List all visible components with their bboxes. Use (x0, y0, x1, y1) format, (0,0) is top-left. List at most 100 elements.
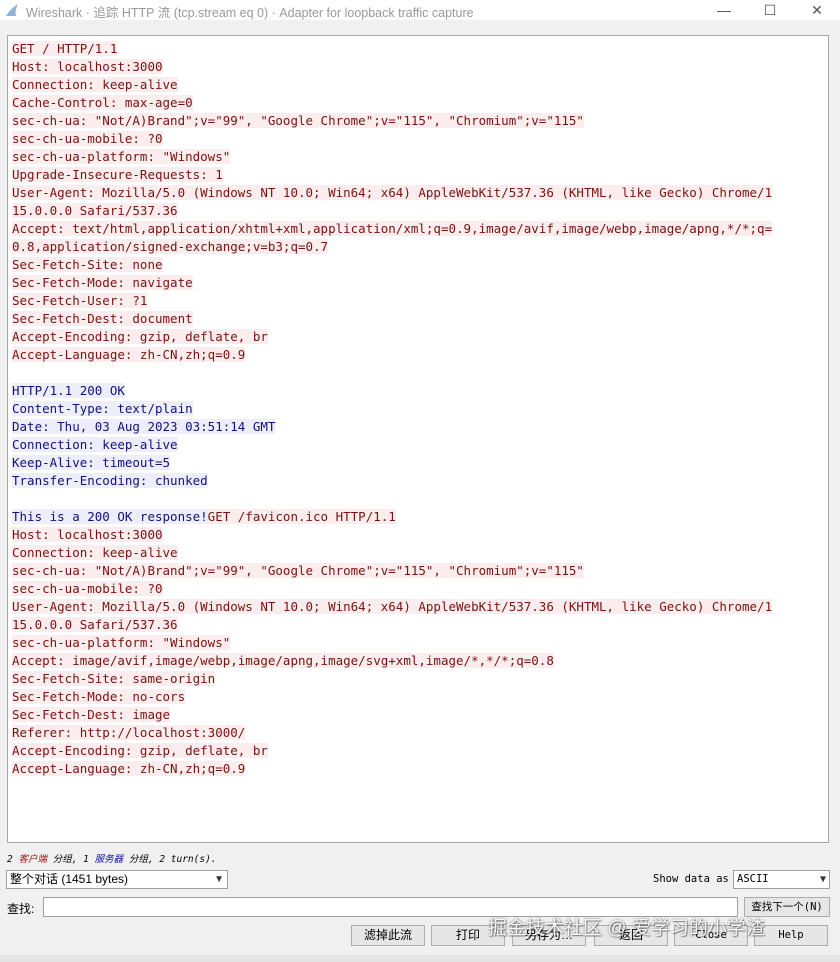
client-text: Sec-Fetch-Site: same-origin (12, 671, 216, 686)
client-text: 0.8,application/signed-exchange;v=b3;q=0… (12, 239, 329, 254)
stream-line: Sec-Fetch-Dest: image (12, 706, 772, 724)
summary-separator: 分组, (46, 854, 84, 865)
stream-line: Host: localhost:3000 (12, 526, 772, 544)
stream-line: Connection: keep-alive (12, 436, 772, 454)
close-icon: ✕ (811, 1, 823, 18)
client-text: Cache-Control: max-age=0 (12, 95, 193, 110)
server-text: Transfer-Encoding: chunked (12, 473, 208, 488)
stream-line: Accept-Language: zh-CN,zh;q=0.9 (12, 346, 772, 364)
conversation-select-value: 整个对话 (1451 bytes) (10, 872, 129, 886)
encoding-select-value: ASCII (737, 873, 769, 885)
bottom-edge (0, 955, 840, 962)
server-packet-count: 1 (83, 854, 89, 865)
stream-line: Accept-Encoding: gzip, deflate, br (12, 742, 772, 760)
client-text: sec-ch-ua-mobile: ?0 (12, 131, 163, 146)
client-text: Accept-Encoding: gzip, deflate, br (12, 743, 268, 758)
stream-line: Keep-Alive: timeout=5 (12, 454, 772, 472)
minimize-icon: — (717, 2, 731, 18)
client-text: 15.0.0.0 Safari/537.36 (12, 617, 178, 632)
client-text: Accept: image/avif,image/webp,image/apng… (12, 653, 554, 668)
stream-line: Sec-Fetch-Site: none (12, 256, 772, 274)
stream-line: Accept-Encoding: gzip, deflate, br (12, 328, 772, 346)
stream-line: Accept-Language: zh-CN,zh;q=0.9 (12, 760, 772, 778)
title-bar: Wireshark · 追踪 HTTP 流 (tcp.stream eq 0) … (0, 0, 840, 20)
stream-line: Cache-Control: max-age=0 (12, 94, 772, 112)
client-text: Accept-Language: zh-CN,zh;q=0.9 (12, 347, 246, 362)
help-button[interactable]: Help (754, 925, 828, 946)
client-text: User-Agent: Mozilla/5.0 (Windows NT 10.0… (12, 185, 773, 200)
maximize-button[interactable]: ☐ (747, 0, 793, 20)
client-packet-count: 2 (7, 854, 13, 865)
stream-line: Transfer-Encoding: chunked (12, 472, 772, 490)
find-input[interactable] (43, 897, 738, 917)
stream-content-pane[interactable]: GET / HTTP/1.1 Host: localhost:3000 Connec… (7, 35, 829, 843)
stream-line: Connection: keep-alive (12, 544, 772, 562)
client-text: Sec-Fetch-Site: none (12, 257, 163, 272)
stream-line: sec-ch-ua-mobile: ?0 (12, 580, 772, 598)
server-text: This is a 200 OK response! (12, 509, 208, 524)
client-text: GET /favicon.ico HTTP/1.1 (207, 509, 396, 524)
server-text: Content-Type: text/plain (12, 401, 193, 416)
client-text: sec-ch-ua-platform: "Windows" (12, 635, 231, 650)
find-next-button[interactable]: 查找下一个(N) (744, 897, 830, 917)
stream-line: Accept: text/html,application/xhtml+xml,… (12, 220, 773, 238)
stream-line: Host: localhost:3000 (12, 58, 772, 76)
stream-text: GET / HTTP/1.1 Host: localhost:3000 Connec… (12, 40, 773, 778)
client-text: Upgrade-Insecure-Requests: 1 (12, 167, 223, 182)
minimize-button[interactable]: — (701, 0, 747, 20)
server-text: HTTP/1.1 200 OK (12, 383, 125, 398)
client-text: sec-ch-ua-mobile: ?0 (12, 581, 163, 596)
back-button[interactable]: 返回 (594, 925, 668, 946)
client-text: Sec-Fetch-Dest: image (12, 707, 171, 722)
stream-line: sec-ch-ua: "Not/A)Brand";v="99", "Google… (12, 112, 772, 130)
conversation-select[interactable]: 整个对话 (1451 bytes) ▼ (6, 870, 228, 889)
client-label: 客户端 (18, 854, 47, 865)
client-text: Accept: text/html,application/xhtml+xml,… (12, 221, 773, 236)
client-text: sec-ch-ua: "Not/A)Brand";v="99", "Google… (12, 563, 584, 578)
chevron-down-icon: ▼ (214, 874, 224, 885)
show-data-label: Show data as (653, 873, 729, 885)
stream-line: This is a 200 OK response!GET /favicon.i… (12, 508, 772, 526)
close-button[interactable]: Close (674, 925, 748, 946)
client-text: Host: localhost:3000 (12, 59, 163, 74)
client-text: Connection: keep-alive (12, 545, 178, 560)
window-title: Wireshark · 追踪 HTTP 流 (tcp.stream eq 0) … (26, 6, 474, 20)
client-text: Host: localhost:3000 (12, 527, 163, 542)
stream-line: User-Agent: Mozilla/5.0 (Windows NT 10.0… (12, 598, 773, 616)
client-text: Accept-Encoding: gzip, deflate, br (12, 329, 268, 344)
packet-summary: 2 客户端 分组, 1 服务器 分组, 2 turn(s). (7, 851, 217, 865)
stream-line: sec-ch-ua-platform: "Windows" (12, 634, 772, 652)
client-text: User-Agent: Mozilla/5.0 (Windows NT 10.0… (12, 599, 773, 614)
filter-out-stream-button[interactable]: 滤掉此流 (351, 925, 425, 946)
find-label: 查找: (7, 902, 35, 916)
stream-line: Sec-Fetch-Dest: document (12, 310, 772, 328)
client-text: Connection: keep-alive (12, 77, 178, 92)
client-text: 15.0.0.0 Safari/537.36 (12, 203, 178, 218)
stream-line: Sec-Fetch-Site: same-origin (12, 670, 772, 688)
stream-line: Content-Type: text/plain (12, 400, 772, 418)
close-window-button[interactable]: ✕ (794, 0, 840, 20)
stream-line: Connection: keep-alive (12, 76, 772, 94)
client-text: Accept-Language: zh-CN,zh;q=0.9 (12, 761, 246, 776)
print-button[interactable]: 打印 (431, 925, 505, 946)
client-text: Sec-Fetch-Dest: document (12, 311, 193, 326)
client-text: sec-ch-ua-platform: "Windows" (12, 149, 231, 164)
stream-line: Date: Thu, 03 Aug 2023 03:51:14 GMT (12, 418, 772, 436)
stream-line: Accept: image/avif,image/webp,image/apng… (12, 652, 772, 670)
stream-line: GET / HTTP/1.1 (12, 40, 772, 58)
stream-line: 0.8,application/signed-exchange;v=b3;q=0… (12, 238, 772, 256)
client-text: sec-ch-ua: "Not/A)Brand";v="99", "Google… (12, 113, 584, 128)
stream-line: Upgrade-Insecure-Requests: 1 (12, 166, 772, 184)
client-text: GET / HTTP/1.1 (12, 41, 118, 56)
encoding-select[interactable]: ASCII ▼ (733, 870, 830, 889)
stream-line: sec-ch-ua: "Not/A)Brand";v="99", "Google… (12, 562, 772, 580)
save-as-button[interactable]: 另存为… (512, 925, 586, 946)
server-text: Date: Thu, 03 Aug 2023 03:51:14 GMT (12, 419, 276, 434)
stream-line: sec-ch-ua-platform: "Windows" (12, 148, 772, 166)
stream-line: Sec-Fetch-Mode: no-cors (12, 688, 772, 706)
chevron-down-icon: ▼ (819, 874, 826, 885)
client-text: Sec-Fetch-Mode: no-cors (12, 689, 186, 704)
turn-count: 2 turn(s). (159, 854, 217, 865)
